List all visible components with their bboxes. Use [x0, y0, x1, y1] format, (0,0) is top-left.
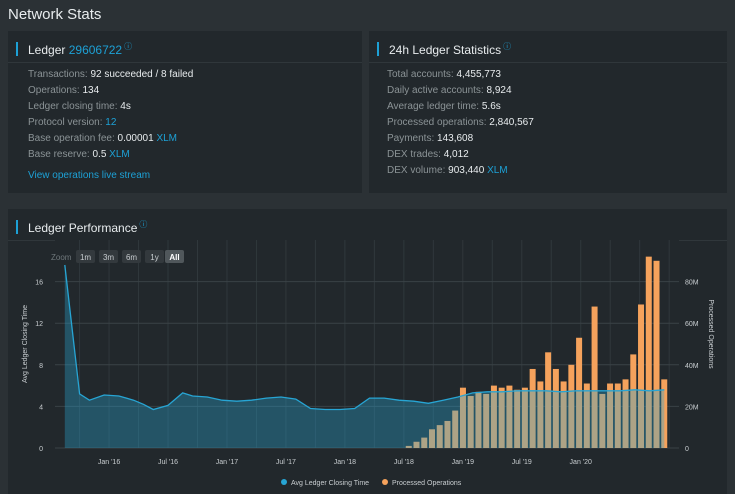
- row-value: 4,455,773: [456, 69, 502, 80]
- stats-row-avg-ledger-time: Average ledger time: 5.6s: [387, 101, 501, 112]
- zoom-button-1y[interactable]: 1y: [145, 250, 164, 263]
- ledger-row-base-reserve: Base reserve: 0.5 XLM: [28, 149, 130, 160]
- x-axis-tick-label: Jan '17: [216, 459, 238, 466]
- legend-label-processed-ops: Processed Operations: [392, 480, 462, 487]
- left-axis-tick-label: 8: [39, 363, 43, 370]
- row-value: 4s: [120, 101, 131, 112]
- x-axis-tick-label: Jan '18: [334, 459, 356, 466]
- ledger-row-closing-time: Ledger closing time: 4s: [28, 101, 131, 112]
- row-label: Total accounts:: [387, 69, 454, 80]
- header-accent-bar: [377, 42, 379, 56]
- chart-svg: 0 4 8 12 16 0 20M 40M 60M 80M Jan '16 Jul '16 Jan '1…: [22, 240, 714, 487]
- zoom-button-label: 3m: [103, 253, 114, 262]
- stats-card-title: 24h Ledger Statistics ⓘ: [389, 41, 511, 57]
- x-axis-tick-label: Jul '16: [158, 459, 178, 466]
- left-axis-tick-label: 12: [35, 321, 43, 328]
- ledger-card-header: Ledger 29606722 ⓘ: [8, 31, 362, 63]
- row-label: Transactions:: [28, 69, 88, 80]
- performance-chart[interactable]: 0 4 8 12 16 0 20M 40M 60M 80M Jan '16 Jul '16 Jan '1…: [8, 209, 727, 494]
- row-label: Payments:: [387, 133, 435, 144]
- left-axis-tick-label: 4: [39, 404, 43, 411]
- xlm-unit-link[interactable]: XLM: [487, 165, 508, 176]
- row-value: 903,440: [448, 165, 485, 176]
- ledger-title-prefix: Ledger: [28, 43, 66, 57]
- ledger-row-operations: Operations: 134: [28, 85, 99, 96]
- row-label: Ledger closing time:: [28, 101, 118, 112]
- row-value: 5.6s: [481, 101, 501, 112]
- stats-row-dex-trades: DEX trades: 4,012: [387, 149, 469, 160]
- right-axis-tick-label: 0: [685, 446, 689, 453]
- row-value: 8,924: [486, 85, 512, 96]
- ledger-row-base-fee: Base operation fee: 0.00001 XLM: [28, 133, 177, 144]
- right-axis-tick-label: 40M: [685, 363, 699, 370]
- row-value: 0.5: [92, 149, 107, 160]
- left-axis-tick-label: 16: [35, 280, 43, 287]
- x-axis-tick-label: Jul '17: [276, 459, 296, 466]
- live-stream-link[interactable]: View operations live stream: [28, 170, 150, 181]
- right-axis-tick-label: 80M: [685, 280, 699, 287]
- legend-marker-processed-ops: [382, 479, 388, 485]
- row-label: Processed operations:: [387, 117, 487, 128]
- right-axis-title: Processed Operations: [707, 299, 714, 369]
- row-label: Protocol version:: [28, 117, 103, 128]
- info-icon[interactable]: ⓘ: [124, 42, 132, 51]
- zoom-button-6m[interactable]: 6m: [122, 250, 141, 263]
- protocol-version-link[interactable]: 12: [105, 117, 116, 128]
- xlm-unit-link[interactable]: XLM: [109, 149, 130, 160]
- row-value: 4,012: [443, 149, 469, 160]
- zoom-label: Zoom: [51, 253, 72, 262]
- page-title: Network Stats: [8, 6, 102, 23]
- zoom-button-label: 1y: [150, 253, 158, 262]
- row-label: DEX volume:: [387, 165, 446, 176]
- header-accent-bar: [16, 42, 18, 56]
- row-value: 2,840,567: [489, 117, 534, 128]
- stats-24h-card: 24h Ledger Statistics ⓘ Total accounts: 4…: [369, 31, 727, 193]
- xlm-unit-link[interactable]: XLM: [156, 133, 177, 144]
- row-value: 92 succeeded / 8 failed: [90, 69, 194, 80]
- right-axis-tick-label: 60M: [685, 321, 699, 328]
- ledger-card-title: Ledger 29606722 ⓘ: [28, 41, 132, 57]
- row-label: Daily active accounts:: [387, 85, 484, 96]
- ledger-number-link[interactable]: 29606722: [69, 43, 122, 57]
- x-axis-tick-label: Jan '20: [570, 459, 592, 466]
- stats-row-dex-volume: DEX volume: 903,440 XLM: [387, 165, 508, 176]
- zoom-button-3m[interactable]: 3m: [99, 250, 118, 263]
- zoom-button-label: All: [169, 253, 179, 262]
- stats-row-processed-ops: Processed operations: 2,840,567: [387, 117, 534, 128]
- row-value: 0.00001: [117, 133, 154, 144]
- zoom-button-1m[interactable]: 1m: [76, 250, 95, 263]
- stats-row-payments: Payments: 143,608: [387, 133, 473, 144]
- row-value: 143,608: [437, 133, 474, 144]
- stats-card-header: 24h Ledger Statistics ⓘ: [369, 31, 727, 63]
- ledger-row-transactions: Transactions: 92 succeeded / 8 failed: [28, 69, 193, 80]
- x-axis-tick-label: Jul '19: [512, 459, 532, 466]
- row-value: 134: [82, 85, 100, 96]
- zoom-button-label: 6m: [126, 253, 137, 262]
- stats-row-total-accounts: Total accounts: 4,455,773: [387, 69, 501, 80]
- row-label: Operations:: [28, 85, 80, 96]
- row-label: Base operation fee:: [28, 133, 115, 144]
- legend-marker-closing-time: [281, 479, 287, 485]
- row-label: Base reserve:: [28, 149, 90, 160]
- ledger-row-protocol-version: Protocol version: 12: [28, 117, 116, 128]
- zoom-button-all[interactable]: All: [165, 250, 184, 263]
- right-axis-tick-label: 20M: [685, 404, 699, 411]
- x-axis-tick-label: Jan '16: [98, 459, 120, 466]
- x-axis-tick-label: Jul '18: [394, 459, 414, 466]
- left-axis-tick-label: 0: [39, 446, 43, 453]
- x-axis-tick-label: Jan '19: [452, 459, 474, 466]
- row-label: Average ledger time:: [387, 101, 480, 112]
- ledger-performance-card: Ledger Performance ⓘ 0 4 8 12 16 0 20M 40M 60M 80M…: [8, 209, 727, 494]
- row-label: DEX trades:: [387, 149, 441, 160]
- zoom-button-label: 1m: [80, 253, 91, 262]
- ledger-card: Ledger 29606722 ⓘ Transactions: 92 succee…: [8, 31, 362, 193]
- info-icon[interactable]: ⓘ: [503, 42, 511, 51]
- stats-title-text: 24h Ledger Statistics: [389, 43, 502, 57]
- legend-label-closing-time: Avg Ledger Closing Time: [291, 480, 369, 487]
- stats-row-daily-active: Daily active accounts: 8,924: [387, 85, 512, 96]
- left-axis-title: Avg Ledger Closing Time: [22, 305, 29, 383]
